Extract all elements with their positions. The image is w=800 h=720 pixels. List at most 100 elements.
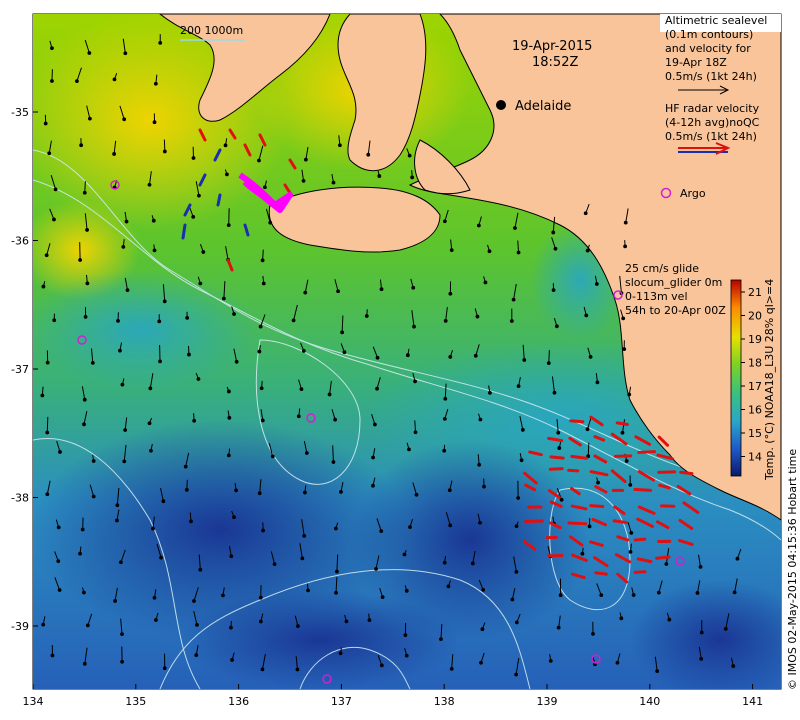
altimetric-arrow-head <box>154 618 158 622</box>
legend-line: 25 cm/s glide <box>625 262 699 275</box>
altimetric-arrow-head <box>522 358 527 362</box>
credit-text: © IMOS 02-May-2015 04:15:36 Hobart time <box>786 449 799 690</box>
altimetric-arrow-head <box>80 527 85 532</box>
legend-line: Altimetric sealevel <box>665 14 767 27</box>
altimetric-arrow-head <box>225 172 229 177</box>
altimetric-arrow-head <box>338 143 342 148</box>
altimetric-arrow-head <box>306 588 310 593</box>
altimetric-arrow-head <box>446 584 451 589</box>
altimetric-arrow-head <box>520 427 525 432</box>
altimetric-arrow-head <box>78 258 83 262</box>
altimetric-arrow-head <box>162 666 167 671</box>
altimetric-arrow-head <box>45 360 50 365</box>
altimetric-arrow-head <box>50 79 54 83</box>
altimetric-arrow-head <box>44 253 49 258</box>
altimetric-arrow-head <box>50 653 55 658</box>
altimetric-arrow-head <box>304 451 309 455</box>
hf-radar-arrow <box>524 519 544 524</box>
altimetric-arrow-head <box>187 352 191 357</box>
altimetric-arrow-head <box>122 117 127 122</box>
altimetric-arrow-head <box>85 281 90 286</box>
altimetric-arrow-head <box>259 386 264 391</box>
altimetric-arrow-head <box>300 556 305 561</box>
hf-radar-arrow <box>679 470 694 476</box>
altimetric-arrow-head <box>91 459 96 463</box>
altimetric-arrow-head <box>260 667 265 672</box>
altimetric-arrow-head <box>732 590 737 595</box>
altimetric-arrow-head <box>299 387 304 392</box>
altimetric-arrow-head <box>470 561 475 566</box>
altimetric-arrow <box>548 350 550 364</box>
altimetric-arrow-head <box>149 448 153 453</box>
altimetric-arrow-head <box>123 51 128 56</box>
altimetric-arrow-head <box>75 79 79 84</box>
altimetric-arrow-head <box>340 330 345 335</box>
altimetric-arrow-head <box>232 515 236 520</box>
altimetric-arrow-head <box>623 220 628 225</box>
legend-line: 0.5m/s (1kt 24h) <box>665 130 757 143</box>
altimetric-arrow-head <box>122 459 127 464</box>
altimetric-arrow-head <box>120 382 125 387</box>
altimetric-arrow-head <box>151 218 156 223</box>
altimetric-arrow-head <box>158 359 162 364</box>
altimetric-arrow <box>46 416 49 433</box>
hf-radar-arrow <box>633 537 647 542</box>
altimetric-arrow-head <box>516 496 521 500</box>
colorbar-tick-label: 14 <box>748 451 762 464</box>
altimetric-arrow-head <box>473 353 478 358</box>
altimetric-arrow-head <box>374 566 378 571</box>
altimetric-arrow-head <box>302 490 307 495</box>
hf-radar-arrow <box>594 571 608 576</box>
altimetric-arrow-head <box>230 658 235 662</box>
altimetric-arrow-head <box>52 318 57 323</box>
altimetric-arrow-head <box>162 149 167 154</box>
adelaide-marker <box>496 100 506 110</box>
altimetric-arrow-head <box>656 590 661 595</box>
altimetric-arrow-head <box>554 324 559 329</box>
altimetric-arrow-head <box>151 526 155 531</box>
altimetric-arrow-head <box>583 211 588 216</box>
altimetric-arrow-head <box>227 415 232 420</box>
altimetric-arrow-head <box>194 653 199 658</box>
map-date: 19-Apr-2015 <box>512 39 592 54</box>
altimetric-arrow-head <box>58 450 62 454</box>
altimetric-arrow-head <box>226 453 231 458</box>
hf-radar-arrow <box>567 468 580 473</box>
altimetric-arrow-head <box>443 396 448 401</box>
altimetric-arrow-head <box>295 667 300 672</box>
altimetric-arrow-head <box>257 349 262 354</box>
altimetric-arrow-head <box>371 455 375 460</box>
altimetric-arrow-head <box>334 590 338 595</box>
legend-line: and velocity for <box>665 42 751 55</box>
altimetric-arrow-head <box>327 392 332 397</box>
altimetric-arrow-head <box>546 361 551 366</box>
colorbar-tick-label: 17 <box>748 380 762 393</box>
altimetric-arrow-head <box>379 287 384 292</box>
hf-radar-arrow <box>615 421 629 427</box>
altimetric-arrow-head <box>43 121 48 126</box>
legend-line: 0.5m/s (1kt 24h) <box>665 70 757 83</box>
legend-line: HF radar velocity <box>665 102 760 115</box>
hf-radar-arrow <box>657 470 677 474</box>
altimetric-arrow-head <box>112 77 117 82</box>
x-tick-label: 140 <box>639 695 660 708</box>
altimetric-arrow-head <box>556 625 561 630</box>
hf-radar-arrow <box>589 504 605 509</box>
altimetric-arrow-head <box>115 503 120 508</box>
altimetric-arrow-head <box>87 51 92 55</box>
altimetric-arrow-head <box>301 349 306 353</box>
scale-bar-label: 200 1000m <box>180 24 243 37</box>
altimetric-arrow-head <box>731 664 736 668</box>
altimetric-arrow-head <box>479 660 483 665</box>
altimetric-arrow-head <box>619 616 624 621</box>
altimetric-arrow-head <box>331 460 336 464</box>
altimetric-arrow-head <box>41 622 46 627</box>
altimetric-arrow-head <box>196 377 201 381</box>
colorbar-tick-label: 15 <box>748 427 762 440</box>
altimetric-arrow-head <box>448 355 453 359</box>
altimetric-arrow-head <box>595 380 600 385</box>
altimetric-arrow-head <box>402 552 407 557</box>
altimetric-arrow-head <box>197 193 201 198</box>
altimetric-arrow-head <box>580 551 585 556</box>
altimetric-arrow-head <box>338 651 343 656</box>
